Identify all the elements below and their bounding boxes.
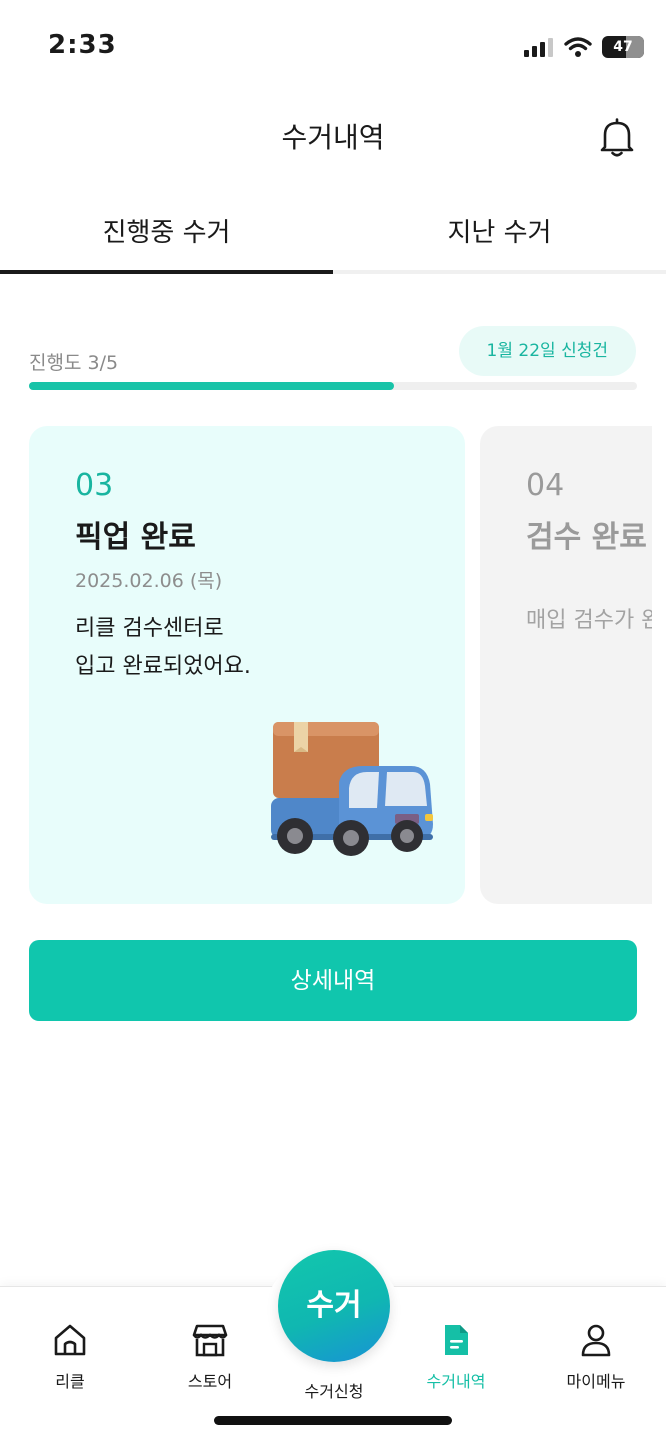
request-date-chip: 1월 22일 신청건 bbox=[458, 326, 636, 376]
step-card-next[interactable]: 04 검수 완료 매입 검수가 완 bbox=[480, 426, 652, 904]
step-description: 리클 검수센터로 입고 완료되었어요. bbox=[75, 616, 251, 679]
progress-label: 진행도 3/5 bbox=[29, 352, 119, 374]
step-number: 04 bbox=[526, 468, 565, 503]
nav-item-home[interactable]: 리클 bbox=[15, 1322, 125, 1392]
home-indicator bbox=[214, 1416, 452, 1425]
battery-level: 47 bbox=[613, 39, 633, 55]
nav-item-my-menu[interactable]: 마이메뉴 bbox=[541, 1322, 651, 1392]
tab-in-progress[interactable]: 진행중 수거 bbox=[0, 190, 333, 274]
tab-past[interactable]: 지난 수거 bbox=[333, 190, 666, 270]
person-icon bbox=[581, 1324, 611, 1357]
status-icons: 47 bbox=[524, 36, 644, 58]
nav-label: 수거내역 bbox=[426, 1372, 486, 1391]
header: 수거내역 bbox=[0, 96, 666, 180]
home-icon bbox=[54, 1324, 86, 1356]
wifi-icon bbox=[564, 37, 592, 57]
nav-label: 스토어 bbox=[187, 1372, 233, 1391]
status-bar: 2:33 47 bbox=[0, 0, 666, 96]
progress-bar bbox=[29, 382, 637, 390]
nav-label: 리클 bbox=[55, 1372, 85, 1391]
step-date: 2025.02.06 (목) bbox=[75, 570, 223, 592]
tab-bar: 진행중 수거 지난 수거 bbox=[0, 190, 666, 274]
status-time: 2:33 bbox=[48, 30, 117, 60]
step-card-current[interactable]: 03 픽업 완료 2025.02.06 (목) 리클 검수센터로 입고 완료되었… bbox=[29, 426, 465, 904]
step-description: 매입 검수가 완 bbox=[526, 608, 652, 633]
step-title: 픽업 완료 bbox=[75, 520, 196, 555]
step-title: 검수 완료 bbox=[526, 520, 647, 555]
pickup-fab-button[interactable]: 수거 bbox=[278, 1250, 390, 1362]
bell-icon[interactable] bbox=[598, 118, 636, 158]
delivery-truck-illustration bbox=[271, 722, 433, 856]
nav-item-history[interactable]: 수거내역 bbox=[401, 1322, 511, 1392]
step-number: 03 bbox=[75, 468, 114, 503]
battery-icon: 47 bbox=[602, 36, 644, 58]
signal-icon bbox=[524, 38, 553, 57]
page-title: 수거내역 bbox=[281, 121, 385, 154]
document-icon bbox=[445, 1325, 468, 1355]
step-carousel[interactable]: 03 픽업 완료 2025.02.06 (목) 리클 검수센터로 입고 완료되었… bbox=[0, 426, 652, 904]
progress-fill bbox=[29, 382, 394, 390]
pickup-request-label[interactable]: 수거신청 bbox=[278, 1378, 390, 1402]
nav-label: 마이메뉴 bbox=[566, 1372, 626, 1391]
nav-item-store[interactable]: 스토어 bbox=[155, 1322, 265, 1392]
store-icon bbox=[192, 1324, 228, 1357]
detail-button[interactable]: 상세내역 bbox=[29, 940, 637, 1021]
